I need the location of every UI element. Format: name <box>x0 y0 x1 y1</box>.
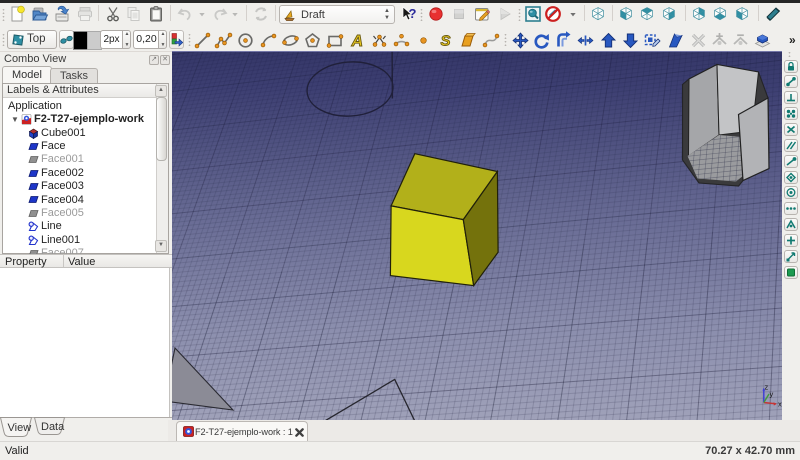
svg-text:?: ? <box>409 6 417 21</box>
svg-text:S: S <box>440 33 450 50</box>
svg-text:y: y <box>770 390 774 399</box>
svg-text:z: z <box>765 383 769 392</box>
svg-text:Data: Data <box>41 421 65 433</box>
svg-text:A: A <box>350 33 363 50</box>
svg-text:View: View <box>8 422 32 434</box>
